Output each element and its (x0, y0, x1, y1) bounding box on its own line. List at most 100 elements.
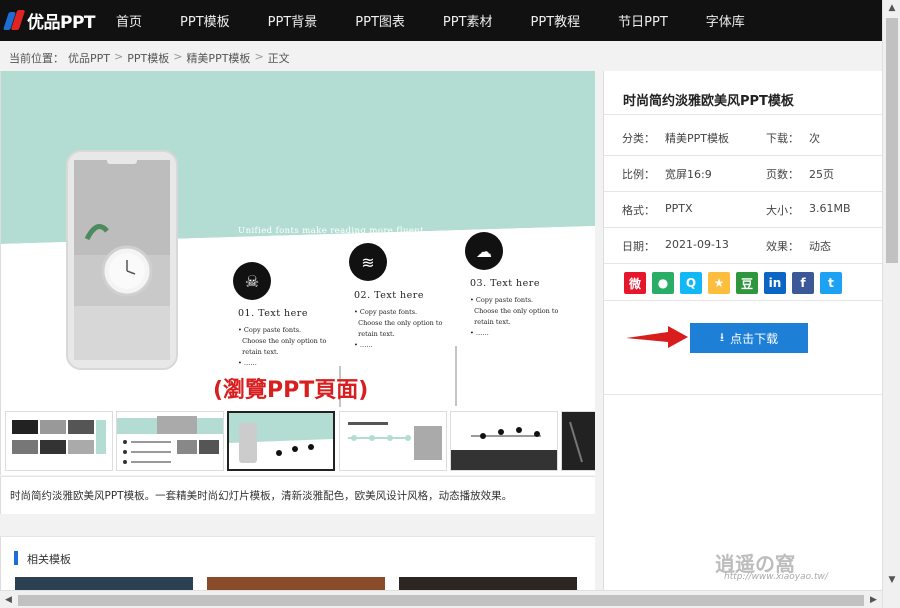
info-value-downloads: 次 (809, 132, 820, 145)
wechat-icon[interactable]: ● (652, 272, 674, 294)
scroll-down-icon[interactable]: ▼ (883, 572, 900, 589)
breadcrumb-separator: > (254, 50, 264, 63)
breadcrumb-home[interactable]: 优品PPT (68, 50, 110, 66)
qq-icon[interactable]: Q (680, 272, 702, 294)
logo-mark-icon (3, 9, 26, 32)
step-3-item: • Copy paste fonts. (470, 296, 534, 304)
divider (604, 155, 883, 156)
info-value-size: 3.61MB (809, 202, 851, 215)
scroll-up-icon[interactable]: ▲ (883, 0, 900, 17)
info-label: 下载： (766, 132, 799, 145)
info-label: 效果： (766, 240, 799, 253)
nav-item-holiday-ppt[interactable]: 节日PPT (618, 11, 668, 30)
divider (604, 263, 883, 264)
layers-icon: ≋ (349, 243, 387, 281)
info-value-format: PPTX (665, 202, 693, 215)
horizontal-scrollbar[interactable]: ◀ ▶ (0, 590, 882, 608)
site-logo[interactable]: 优品PPT (3, 8, 106, 33)
nav-item-font-library[interactable]: 字体库 (706, 11, 745, 30)
nav-item-ppt-materials[interactable]: PPT素材 (443, 11, 493, 30)
step-1-item: Choose the only option to (242, 337, 327, 345)
info-label: 格式： (622, 204, 655, 217)
info-label: 日期： (622, 240, 655, 253)
step-1-title: 01. Text here (238, 308, 308, 319)
nav-item-ppt-charts[interactable]: PPT图表 (355, 11, 405, 30)
thumbnail-slide[interactable] (450, 411, 558, 471)
top-navigation-bar: 优品PPT 首页 PPT模板 PPT背景 PPT图表 PPT素材 PPT教程 节… (0, 0, 882, 41)
breadcrumb: 当前位置： 优品PPT > PPT模板 > 精美PPT模板 > 正文 (9, 50, 290, 66)
step-1-item: • …… (238, 359, 257, 367)
breadcrumb-separator: > (173, 50, 183, 63)
scroll-left-icon[interactable]: ◀ (0, 591, 17, 608)
thumbnail-slide[interactable] (116, 411, 224, 471)
info-label: 比例： (622, 168, 655, 181)
related-template-thumb[interactable] (399, 577, 577, 591)
info-label: 页数： (766, 168, 799, 181)
step-1-item: • Copy paste fonts. (238, 326, 302, 334)
description-box: 时尚简约淡雅欧美风PPT模板。一套精美时尚幻灯片模板，清新淡雅配色，欧美风设计风… (0, 476, 595, 514)
step-2-title: 02. Text here (354, 290, 424, 301)
scroll-right-icon[interactable]: ▶ (865, 591, 882, 608)
info-value-date: 2021-09-13 (665, 238, 729, 251)
step-3-item: Choose the only option to (474, 307, 559, 315)
weibo-icon[interactable]: 微 (624, 272, 646, 294)
related-template-thumb[interactable] (207, 577, 385, 591)
download-icon: ⭳ (719, 329, 725, 344)
facebook-icon[interactable]: f (792, 272, 814, 294)
slide-preview[interactable]: Unified fonts make reading more fluent. … (0, 71, 595, 407)
thumbnail-slide-active[interactable] (227, 411, 335, 471)
step-1-item: retain text. (242, 348, 279, 356)
template-title: 时尚简约淡雅欧美风PPT模板 (623, 94, 794, 109)
divider (604, 191, 883, 192)
qzone-icon[interactable]: ★ (708, 272, 730, 294)
download-button-label: 点击下载 (730, 331, 779, 346)
info-value-pages: 25页 (809, 168, 834, 181)
douban-icon[interactable]: 豆 (736, 272, 758, 294)
cloud-icon: ☁ (465, 232, 503, 270)
linkedin-icon[interactable]: in (764, 272, 786, 294)
info-value-effect: 动态 (809, 240, 831, 253)
download-button[interactable]: ⭳ 点击下载 (690, 323, 808, 353)
nav-item-home[interactable]: 首页 (116, 11, 142, 30)
breadcrumb-ppt-templates[interactable]: PPT模板 (127, 50, 169, 66)
nav-item-ppt-tutorials[interactable]: PPT教程 (531, 11, 581, 30)
nav-item-ppt-backgrounds[interactable]: PPT背景 (268, 11, 318, 30)
thumbnail-strip (0, 407, 595, 475)
step-3-list: • Copy paste fonts. Choose the only opti… (470, 295, 558, 339)
divider (604, 394, 883, 395)
main-nav: 首页 PPT模板 PPT背景 PPT图表 PPT素材 PPT教程 节日PPT 字… (116, 11, 783, 30)
vertical-scrollbar[interactable]: ▲ ▼ (882, 0, 900, 608)
template-description: 时尚简约淡雅欧美风PPT模板。一套精美时尚幻灯片模板，清新淡雅配色，欧美风设计风… (10, 490, 513, 502)
vertical-scroll-thumb[interactable] (886, 18, 898, 263)
step-3-title: 03. Text here (470, 278, 540, 289)
template-info-sidebar: 时尚简约淡雅欧美风PPT模板 分类： 精美PPT模板 下载： 次 比例： 宽屏1… (603, 71, 883, 590)
step-3-item: retain text. (474, 318, 511, 326)
horizontal-scroll-thumb[interactable] (18, 595, 864, 606)
related-templates: 相关模板 (0, 536, 595, 591)
share-buttons: 微 ● Q ★ 豆 in f t (624, 272, 842, 294)
thumbnail-slide[interactable] (5, 411, 113, 471)
preview-caption: (瀏覽PPT頁面) (213, 378, 369, 403)
info-value-category[interactable]: 精美PPT模板 (665, 130, 729, 146)
nav-item-ppt-templates[interactable]: PPT模板 (180, 11, 230, 30)
step-2-item: • …… (354, 341, 373, 349)
info-value-ratio: 宽屏16:9 (665, 168, 712, 181)
watermark-url: http://www.xiaoyao.tw/ (724, 572, 828, 582)
logo-text: 优品PPT (27, 13, 96, 33)
info-label: 分类： (622, 132, 655, 145)
breadcrumb-fine-templates[interactable]: 精美PPT模板 (186, 50, 250, 66)
info-label: 大小： (766, 204, 799, 217)
twitter-icon[interactable]: t (820, 272, 842, 294)
divider (604, 227, 883, 228)
related-template-thumb[interactable] (15, 577, 193, 591)
breadcrumb-current: 正文 (267, 52, 290, 65)
divider (604, 114, 883, 115)
step-3-item: • …… (470, 329, 489, 337)
thumbnail-slide[interactable] (339, 411, 447, 471)
divider (604, 300, 883, 301)
thumbnail-slide[interactable] (561, 411, 595, 471)
pointer-arrow-icon (626, 326, 688, 348)
step-2-item: retain text. (358, 330, 395, 338)
step-1-list: • Copy paste fonts. Choose the only opti… (238, 325, 326, 369)
step-2-item: Choose the only option to (358, 319, 443, 327)
